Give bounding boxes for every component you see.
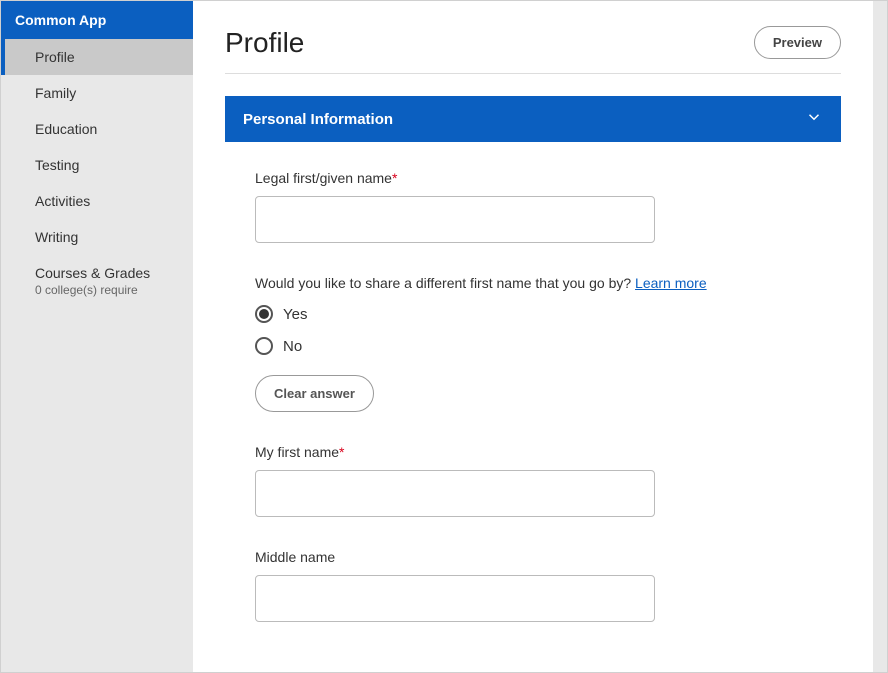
radio-option-yes[interactable]: Yes — [255, 305, 811, 323]
sidebar-item-label: Writing — [35, 229, 78, 245]
sidebar-item-education[interactable]: Education — [1, 111, 193, 147]
page-title: Profile — [225, 27, 304, 59]
sidebar-item-label: Activities — [35, 193, 90, 209]
sidebar-item-label: Profile — [35, 49, 75, 65]
share-different-question: Would you like to share a different firs… — [255, 275, 811, 291]
clear-answer-button[interactable]: Clear answer — [255, 375, 374, 412]
my-first-name-label: My first name* — [255, 444, 811, 460]
sidebar-item-label: Testing — [35, 157, 79, 173]
my-first-name-input[interactable] — [255, 470, 655, 517]
legal-first-name-input[interactable] — [255, 196, 655, 243]
learn-more-link[interactable]: Learn more — [635, 275, 707, 291]
section-header-personal-info[interactable]: Personal Information — [225, 96, 841, 142]
middle-name-input[interactable] — [255, 575, 655, 622]
sidebar-item-profile[interactable]: Profile — [1, 39, 193, 75]
radio-label: No — [283, 338, 302, 355]
sidebar-item-activities[interactable]: Activities — [1, 183, 193, 219]
radio-option-no[interactable]: No — [255, 337, 811, 355]
radio-icon — [255, 305, 273, 323]
sidebar-item-writing[interactable]: Writing — [1, 219, 193, 255]
sidebar-item-family[interactable]: Family — [1, 75, 193, 111]
right-gutter — [873, 1, 887, 672]
sidebar: Common App Profile Family Education Test… — [1, 1, 193, 672]
preview-button[interactable]: Preview — [754, 26, 841, 59]
legal-first-name-label: Legal first/given name* — [255, 170, 811, 186]
sidebar-item-testing[interactable]: Testing — [1, 147, 193, 183]
sidebar-header: Common App — [1, 1, 193, 39]
chevron-down-icon — [805, 108, 823, 130]
sidebar-item-courses[interactable]: Courses & Grades 0 college(s) require — [1, 255, 193, 307]
sidebar-item-label: Courses & Grades — [35, 265, 150, 281]
main-content: Profile Preview Personal Information Leg… — [193, 1, 873, 672]
radio-label: Yes — [283, 306, 307, 323]
radio-icon — [255, 337, 273, 355]
sidebar-item-sublabel: 0 college(s) require — [35, 283, 179, 297]
sidebar-item-label: Education — [35, 121, 97, 137]
middle-name-label: Middle name — [255, 549, 811, 565]
section-title: Personal Information — [243, 111, 393, 128]
sidebar-item-label: Family — [35, 85, 76, 101]
